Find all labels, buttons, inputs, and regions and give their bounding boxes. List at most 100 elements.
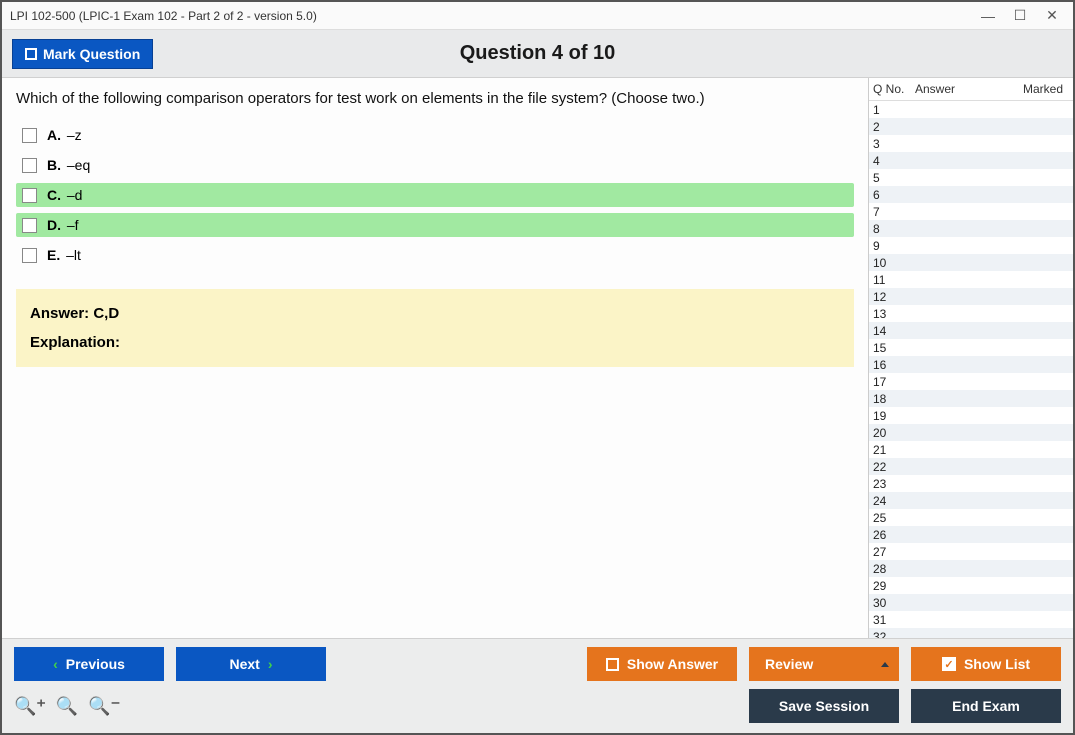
maximize-icon[interactable]: ☐ bbox=[1013, 9, 1027, 23]
review-button[interactable]: Review bbox=[749, 647, 899, 681]
show-answer-label: Show Answer bbox=[627, 656, 718, 672]
list-item-qno: 26 bbox=[873, 528, 915, 542]
list-item[interactable]: 20 bbox=[869, 424, 1073, 441]
list-item[interactable]: 28 bbox=[869, 560, 1073, 577]
list-item[interactable]: 9 bbox=[869, 237, 1073, 254]
list-item-qno: 19 bbox=[873, 409, 915, 423]
list-item-qno: 20 bbox=[873, 426, 915, 440]
save-session-button[interactable]: Save Session bbox=[749, 689, 899, 723]
list-item-qno: 24 bbox=[873, 494, 915, 508]
list-item-qno: 22 bbox=[873, 460, 915, 474]
list-item-qno: 21 bbox=[873, 443, 915, 457]
list-item-qno: 9 bbox=[873, 239, 915, 253]
list-item-qno: 28 bbox=[873, 562, 915, 576]
list-item-qno: 8 bbox=[873, 222, 915, 236]
zoom-controls: 🔍⁺ 🔍 🔍⁻ bbox=[14, 696, 120, 717]
list-item[interactable]: 23 bbox=[869, 475, 1073, 492]
show-list-label: Show List bbox=[964, 656, 1030, 672]
list-item-qno: 6 bbox=[873, 188, 915, 202]
list-item-qno: 2 bbox=[873, 120, 915, 134]
list-item[interactable]: 17 bbox=[869, 373, 1073, 390]
list-item[interactable]: 19 bbox=[869, 407, 1073, 424]
chevron-left-icon: ‹ bbox=[53, 656, 58, 672]
zoom-in-icon[interactable]: 🔍⁺ bbox=[14, 696, 46, 717]
option-row[interactable]: A. –z bbox=[16, 123, 854, 147]
list-item[interactable]: 10 bbox=[869, 254, 1073, 271]
list-item[interactable]: 8 bbox=[869, 220, 1073, 237]
list-item[interactable]: 1 bbox=[869, 101, 1073, 118]
close-icon[interactable]: ✕ bbox=[1045, 9, 1059, 23]
list-item[interactable]: 21 bbox=[869, 441, 1073, 458]
zoom-out-icon[interactable]: 🔍⁻ bbox=[88, 696, 120, 717]
option-row[interactable]: E. –lt bbox=[16, 243, 854, 267]
list-item[interactable]: 2 bbox=[869, 118, 1073, 135]
mark-question-label: Mark Question bbox=[43, 46, 140, 62]
list-item[interactable]: 27 bbox=[869, 543, 1073, 560]
list-item-qno: 11 bbox=[873, 273, 915, 287]
app-window: LPI 102-500 (LPIC-1 Exam 102 - Part 2 of… bbox=[0, 0, 1075, 735]
list-item-qno: 13 bbox=[873, 307, 915, 321]
list-item-qno: 3 bbox=[873, 137, 915, 151]
list-item-qno: 10 bbox=[873, 256, 915, 270]
list-item[interactable]: 5 bbox=[869, 169, 1073, 186]
question-list-scroll[interactable]: 1234567891011121314151617181920212223242… bbox=[869, 101, 1073, 638]
footer: ‹ Previous Next › Show Answer Review ✓ S… bbox=[2, 638, 1073, 733]
list-item-qno: 18 bbox=[873, 392, 915, 406]
list-item[interactable]: 25 bbox=[869, 509, 1073, 526]
list-item-qno: 1 bbox=[873, 103, 915, 117]
list-item[interactable]: 22 bbox=[869, 458, 1073, 475]
header-answer: Answer bbox=[915, 82, 1014, 96]
option-checkbox[interactable] bbox=[22, 158, 37, 173]
question-pane: Which of the following comparison operat… bbox=[2, 78, 868, 638]
list-item[interactable]: 12 bbox=[869, 288, 1073, 305]
list-item-qno: 12 bbox=[873, 290, 915, 304]
show-answer-button[interactable]: Show Answer bbox=[587, 647, 737, 681]
list-item[interactable]: 7 bbox=[869, 203, 1073, 220]
list-item[interactable]: 13 bbox=[869, 305, 1073, 322]
zoom-reset-icon[interactable]: 🔍 bbox=[56, 696, 78, 717]
header-qno: Q No. bbox=[873, 82, 915, 96]
mark-question-button[interactable]: Mark Question bbox=[12, 39, 153, 69]
list-item[interactable]: 30 bbox=[869, 594, 1073, 611]
option-checkbox[interactable] bbox=[22, 248, 37, 263]
list-item-qno: 23 bbox=[873, 477, 915, 491]
options-list: A. –z B. –eq C. –d D. –f E. –lt bbox=[16, 123, 854, 267]
list-item[interactable]: 4 bbox=[869, 152, 1073, 169]
list-item[interactable]: 18 bbox=[869, 390, 1073, 407]
main-body: Which of the following comparison operat… bbox=[2, 78, 1073, 638]
option-checkbox[interactable] bbox=[22, 218, 37, 233]
list-item-qno: 15 bbox=[873, 341, 915, 355]
end-exam-label: End Exam bbox=[952, 698, 1020, 714]
end-exam-button[interactable]: End Exam bbox=[911, 689, 1061, 723]
option-row[interactable]: D. –f bbox=[16, 213, 854, 237]
list-item-qno: 25 bbox=[873, 511, 915, 525]
list-item[interactable]: 15 bbox=[869, 339, 1073, 356]
option-row[interactable]: C. –d bbox=[16, 183, 854, 207]
option-checkbox[interactable] bbox=[22, 128, 37, 143]
review-label: Review bbox=[765, 656, 813, 672]
list-item[interactable]: 14 bbox=[869, 322, 1073, 339]
checkbox-icon bbox=[25, 48, 37, 60]
list-item[interactable]: 26 bbox=[869, 526, 1073, 543]
next-button[interactable]: Next › bbox=[176, 647, 326, 681]
minimize-icon[interactable]: — bbox=[981, 9, 995, 23]
list-item[interactable]: 24 bbox=[869, 492, 1073, 509]
list-item[interactable]: 32 bbox=[869, 628, 1073, 638]
list-item[interactable]: 31 bbox=[869, 611, 1073, 628]
list-item-qno: 4 bbox=[873, 154, 915, 168]
list-item[interactable]: 16 bbox=[869, 356, 1073, 373]
show-list-button[interactable]: ✓ Show List bbox=[911, 647, 1061, 681]
list-item[interactable]: 6 bbox=[869, 186, 1073, 203]
option-row[interactable]: B. –eq bbox=[16, 153, 854, 177]
option-label: A. –z bbox=[47, 127, 82, 143]
list-item[interactable]: 29 bbox=[869, 577, 1073, 594]
question-list-pane: Q No. Answer Marked 12345678910111213141… bbox=[868, 78, 1073, 638]
answer-box: Answer: C,D Explanation: bbox=[16, 289, 854, 367]
previous-button[interactable]: ‹ Previous bbox=[14, 647, 164, 681]
window-controls: — ☐ ✕ bbox=[981, 9, 1065, 23]
option-checkbox[interactable] bbox=[22, 188, 37, 203]
save-session-label: Save Session bbox=[779, 698, 869, 714]
list-item[interactable]: 11 bbox=[869, 271, 1073, 288]
list-item-qno: 17 bbox=[873, 375, 915, 389]
list-item[interactable]: 3 bbox=[869, 135, 1073, 152]
